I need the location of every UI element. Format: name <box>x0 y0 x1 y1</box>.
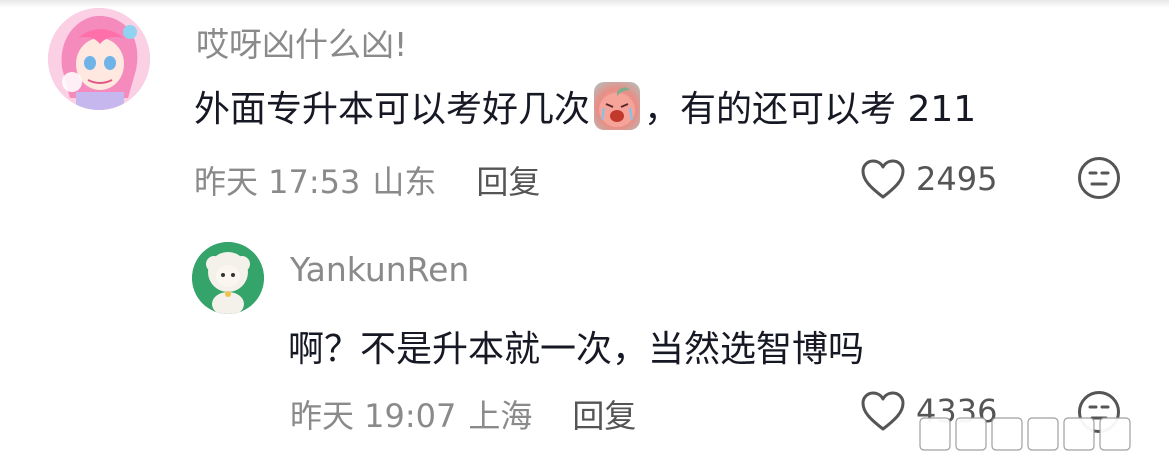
comment-meta: 昨天 17:53 山东 回复 <box>194 157 540 203</box>
comment-meta: 昨天 19:07 上海 回复 <box>290 391 636 437</box>
avatar[interactable] <box>192 242 264 314</box>
like-count: 2495 <box>916 160 998 198</box>
comment-time: 昨天 19:07 <box>290 397 457 435</box>
neutral-face-icon <box>1078 157 1120 199</box>
comment-time: 昨天 17:53 <box>194 163 361 201</box>
crying-peach-emoji-icon <box>594 82 641 130</box>
comment-text-part: ，有的还可以考 211 <box>644 89 977 130</box>
heart-icon <box>861 391 905 431</box>
watermark-overlay <box>912 404 1162 464</box>
comment-location: 上海 <box>468 397 533 435</box>
comment-username[interactable]: 哎呀凶什么凶! <box>196 18 407 66</box>
comment-location: 山东 <box>372 163 437 201</box>
reply-button[interactable]: 回复 <box>572 391 636 437</box>
like-button[interactable]: 2495 <box>860 158 997 200</box>
comment-text-part: 外面专升本可以考好几次 <box>194 89 591 130</box>
watermark-icon <box>919 417 1131 451</box>
comment-item: 哎呀凶什么凶! 外面专升本可以考好几次 ，有的还可以考 211 昨天 17:53… <box>0 0 1169 230</box>
sheep-avatar-icon <box>192 242 264 314</box>
anime-girl-avatar-icon <box>48 8 150 110</box>
comment-username[interactable]: YankunRen <box>290 250 469 289</box>
react-button[interactable] <box>1077 156 1121 200</box>
reply-button[interactable]: 回复 <box>476 157 540 203</box>
comment-text: 外面专升本可以考好几次 ，有的还可以考 211 <box>194 80 976 132</box>
avatar[interactable] <box>48 8 150 110</box>
heart-icon <box>861 159 905 199</box>
comment-text: 啊？不是升本就一次，当然选智博吗 <box>288 329 865 370</box>
